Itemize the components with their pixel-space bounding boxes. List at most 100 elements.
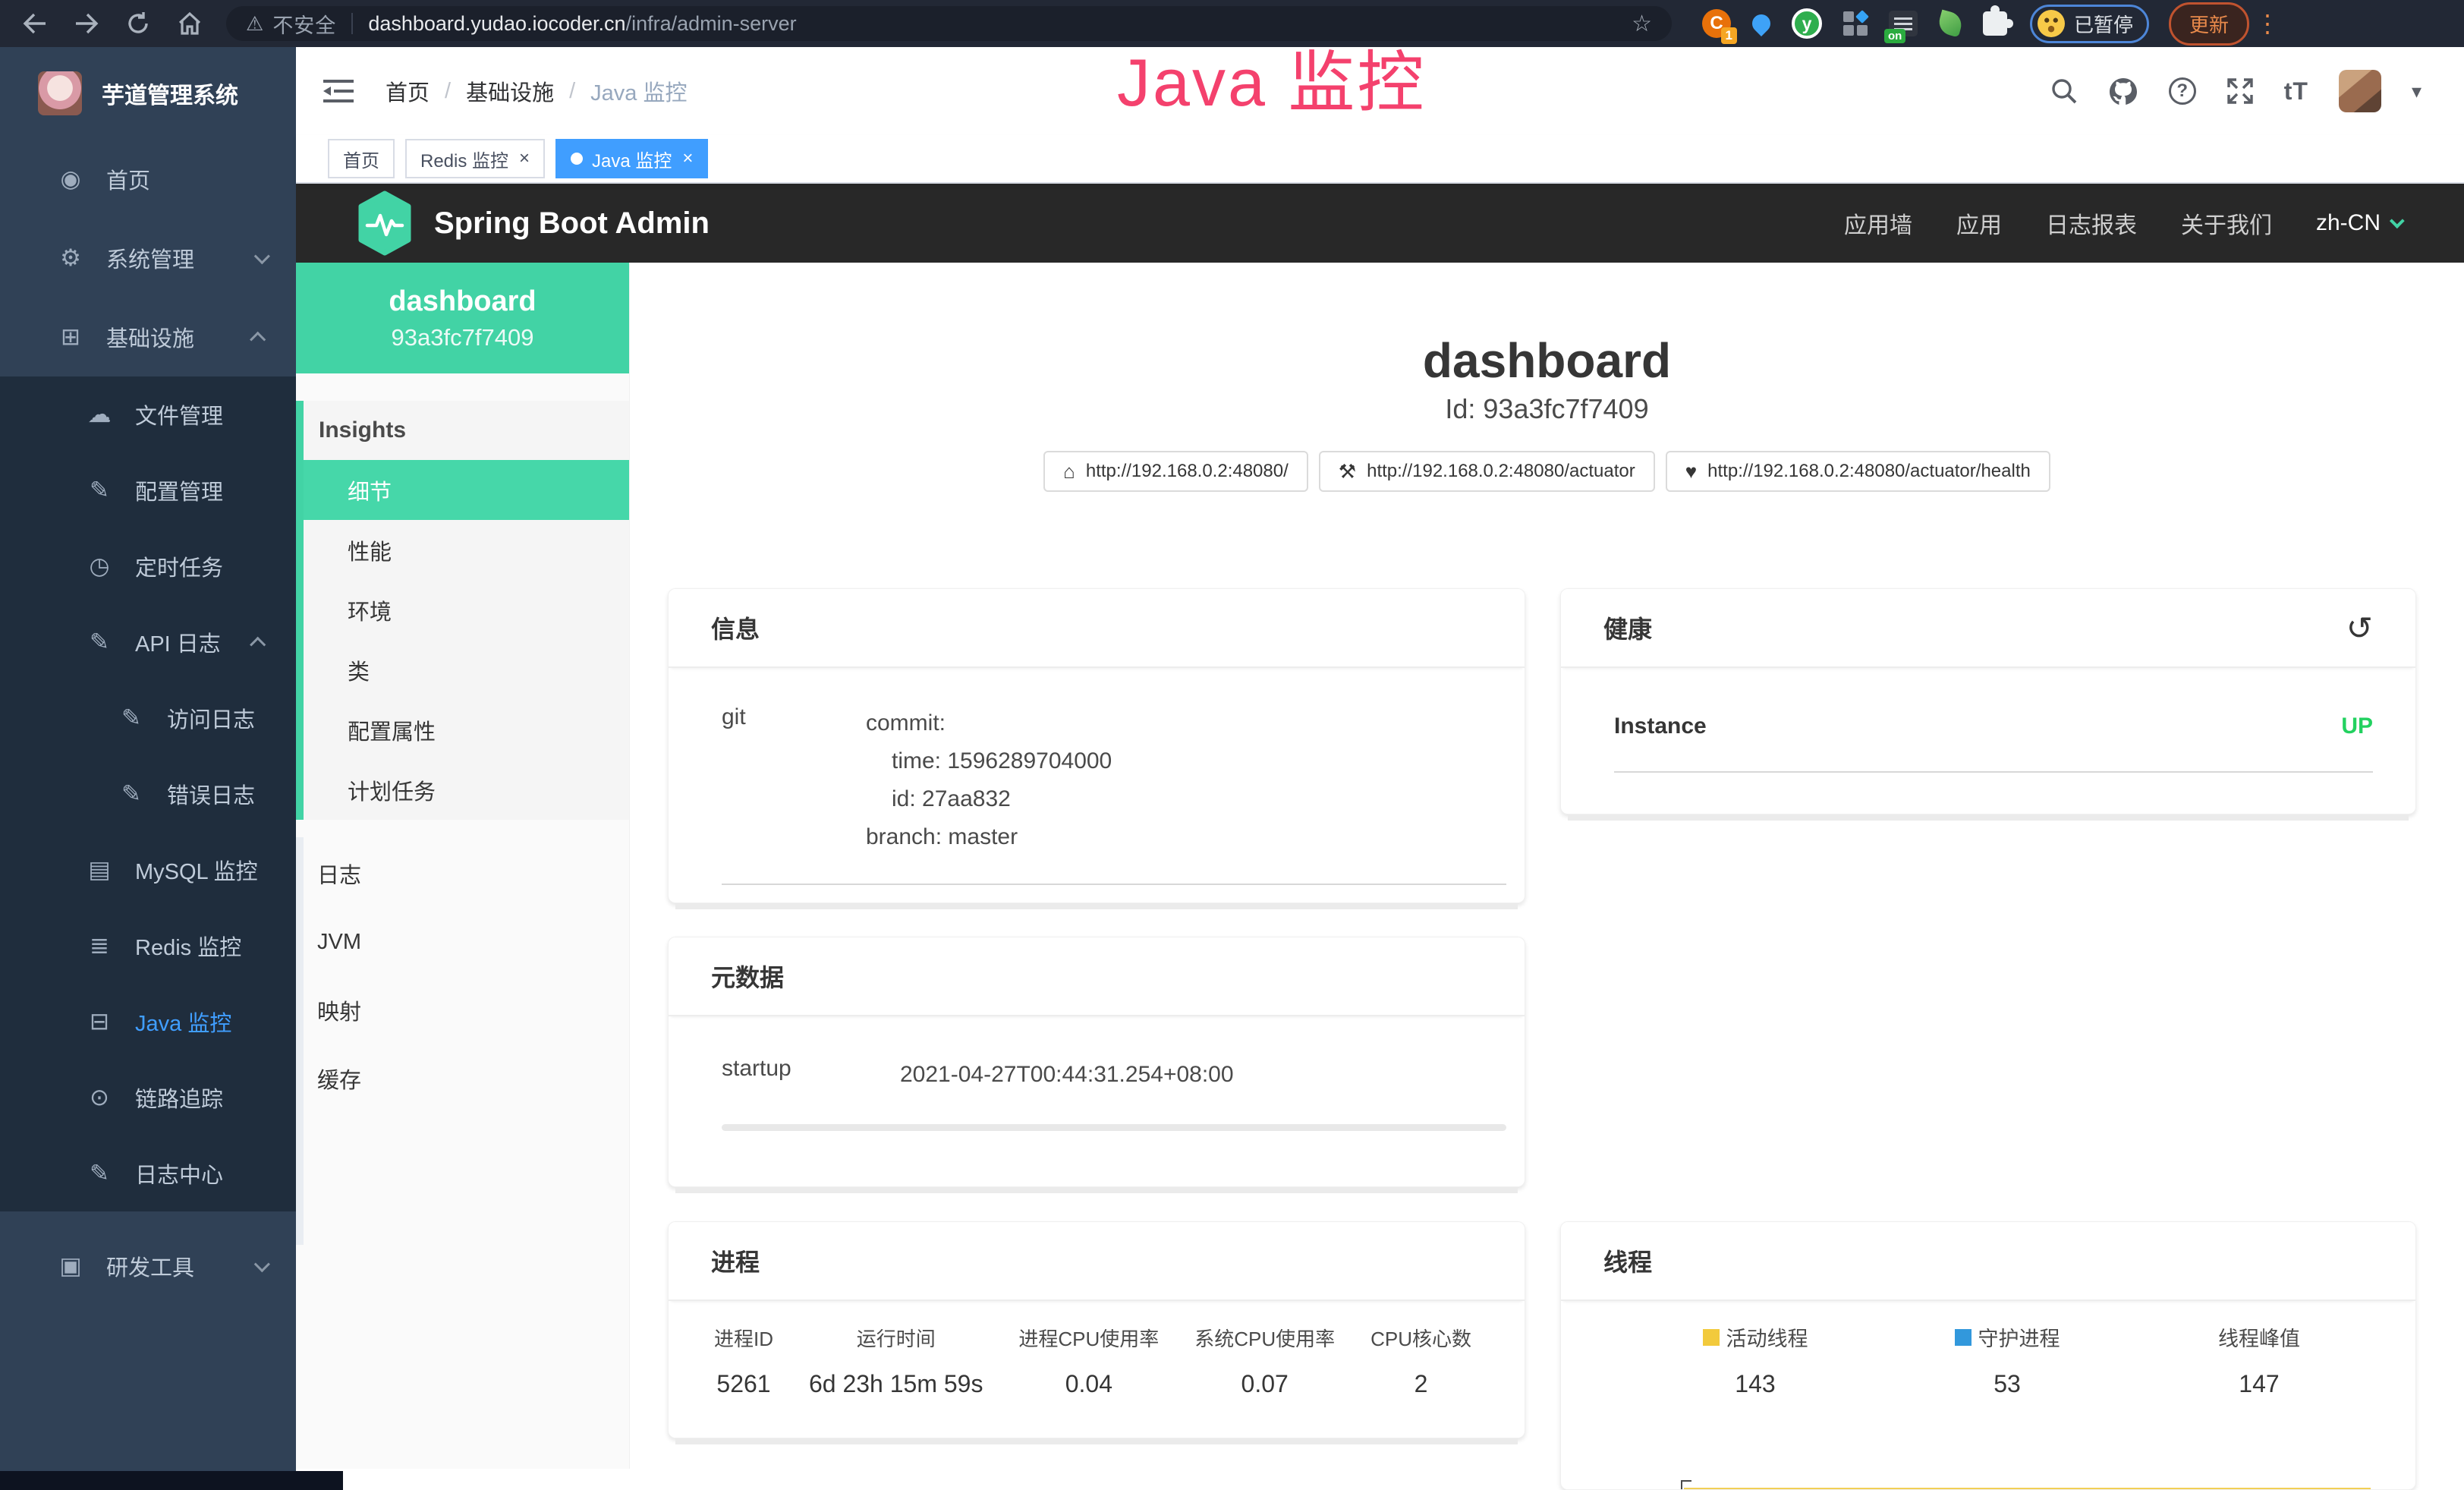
sidebar-item-system[interactable]: ⚙ 系统管理 bbox=[0, 219, 296, 298]
sidebar-item-tracing[interactable]: ⊙ 链路追踪 bbox=[0, 1060, 296, 1136]
sidebar-item-jobs[interactable]: ◷ 定时任务 bbox=[0, 528, 296, 604]
sidebar-item-infrastructure[interactable]: ⊞ 基础设施 bbox=[0, 298, 296, 376]
user-avatar[interactable] bbox=[2339, 70, 2381, 112]
sidebar-item-access-log[interactable]: ✎ 访问日志 bbox=[0, 680, 296, 756]
close-icon[interactable]: × bbox=[682, 150, 693, 168]
locale-selector[interactable]: zh-CN bbox=[2316, 210, 2400, 236]
sidebar-item-redis[interactable]: ≣ Redis 监控 bbox=[0, 908, 296, 984]
legend-label: 活动线程 bbox=[1726, 1322, 1808, 1352]
sba-nav-journal[interactable]: 日志报表 bbox=[2046, 206, 2137, 240]
grid-extension-icon[interactable] bbox=[1843, 11, 1868, 36]
sidebar-item-error-log[interactable]: ✎ 错误日志 bbox=[0, 756, 296, 832]
sba-item-configprops[interactable]: 配置属性 bbox=[304, 700, 629, 760]
process-card-body: 进程ID 5261 运行时间 6d 23h 15m 59s 进程CPU使用率 0… bbox=[669, 1301, 1525, 1398]
sidebar-item-config[interactable]: ✎ 配置管理 bbox=[0, 452, 296, 528]
extensions-puzzle-icon[interactable] bbox=[1983, 11, 2007, 36]
tag-redis[interactable]: Redis 监控 × bbox=[405, 139, 545, 178]
green-y-extension-icon[interactable]: y bbox=[1792, 8, 1822, 39]
security-label[interactable]: 不安全 bbox=[272, 9, 336, 39]
wrench-icon: ⚒ bbox=[1339, 460, 1356, 484]
cell-value: 0.04 bbox=[1018, 1370, 1159, 1398]
on-badge: on bbox=[1884, 29, 1905, 43]
health-url-button[interactable]: ♥ http://192.168.0.2:48080/actuator/heal… bbox=[1666, 451, 2050, 492]
y-axis-cap bbox=[1681, 1480, 1691, 1482]
screen: ⚠ 不安全 dashboard.yudao.iocoder.cn /infra/… bbox=[0, 0, 2464, 1490]
process-col-uptime: 运行时间 6d 23h 15m 59s bbox=[809, 1324, 983, 1398]
status-badge: UP bbox=[2341, 713, 2373, 739]
sba-item-details[interactable]: 细节 bbox=[304, 460, 629, 520]
switch-on-extension-icon[interactable]: on bbox=[1889, 11, 1918, 36]
caret-down-icon[interactable]: ▾ bbox=[2412, 80, 2422, 103]
forward-icon[interactable] bbox=[70, 7, 103, 40]
chevron-down-icon bbox=[254, 1256, 270, 1272]
sidebar-item-devtools[interactable]: ▣ 研发工具 bbox=[0, 1227, 296, 1306]
hamburger-icon[interactable] bbox=[323, 78, 354, 104]
instance-header[interactable]: dashboard 93a3fc7f7409 bbox=[296, 263, 629, 373]
sidebar-item-label: Java 监控 bbox=[135, 1006, 231, 1038]
fullscreen-icon[interactable] bbox=[2226, 77, 2254, 105]
sidebar-item-home[interactable]: ◉ 首页 bbox=[0, 140, 296, 219]
sidebar-item-mysql[interactable]: ▤ MySQL 监控 bbox=[0, 832, 296, 908]
warning-icon: ⚠ bbox=[246, 12, 263, 36]
colorpicker-extension-icon[interactable]: C 1 bbox=[1702, 9, 1731, 38]
sidebar-item-label: 定时任务 bbox=[135, 550, 223, 582]
instance-id: 93a3fc7f7409 bbox=[392, 324, 534, 351]
breadcrumb-home[interactable]: 首页 bbox=[385, 75, 430, 107]
sba-brand[interactable]: Spring Boot Admin bbox=[434, 206, 710, 241]
service-url-button[interactable]: ⌂ http://192.168.0.2:48080/ bbox=[1043, 451, 1308, 492]
actuator-url-button[interactable]: ⚒ http://192.168.0.2:48080/actuator bbox=[1319, 451, 1655, 492]
breadcrumb-infra[interactable]: 基础设施 bbox=[466, 75, 554, 107]
sidebar-item-api-log[interactable]: ✎ API 日志 bbox=[0, 604, 296, 680]
sidebar-scrollbar[interactable] bbox=[296, 837, 304, 1245]
sba-nav-wallboard[interactable]: 应用墙 bbox=[1844, 206, 1912, 240]
sba-nav-applications[interactable]: 应用 bbox=[1956, 206, 2002, 240]
bookmark-star-icon[interactable]: ☆ bbox=[1632, 11, 1652, 37]
column-header: 进程CPU使用率 bbox=[1018, 1324, 1159, 1352]
sidebar-item-label: 研发工具 bbox=[106, 1250, 194, 1282]
address-bar[interactable]: ⚠ 不安全 dashboard.yudao.iocoder.cn /infra/… bbox=[226, 6, 1672, 41]
breadcrumb: 首页 / 基础设施 / Java 监控 bbox=[385, 75, 687, 107]
textsize-icon[interactable]: tT bbox=[2284, 77, 2308, 106]
insights-group: Insights 细节 性能 环境 类 配置属性 计划任务 bbox=[296, 401, 629, 820]
column-header: 进程ID bbox=[714, 1324, 773, 1352]
sidebar-item-log-center[interactable]: ✎ 日志中心 bbox=[0, 1136, 296, 1211]
sba-item-environment[interactable]: 环境 bbox=[304, 580, 629, 640]
sba-item-caches[interactable]: 缓存 bbox=[296, 1044, 629, 1113]
home-icon[interactable] bbox=[173, 7, 206, 40]
sba-item-metrics[interactable]: 性能 bbox=[304, 520, 629, 580]
search-icon[interactable] bbox=[2050, 77, 2078, 105]
history-icon[interactable]: ↺ bbox=[2346, 610, 2373, 647]
close-icon[interactable]: × bbox=[519, 150, 530, 168]
sidebar-item-java-monitor[interactable]: ⊟ Java 监控 bbox=[0, 984, 296, 1060]
service-url: http://192.168.0.2:48080/ bbox=[1086, 461, 1289, 482]
leaf-extension-icon[interactable] bbox=[1939, 12, 1962, 35]
app-logo-row[interactable]: 芋道管理系统 bbox=[0, 47, 296, 140]
config-edit-icon: ✎ bbox=[83, 477, 115, 504]
sba-item-mappings[interactable]: 映射 bbox=[296, 976, 629, 1044]
sba-item-logfile[interactable]: 日志 bbox=[296, 840, 629, 908]
threads-card-header: 线程 bbox=[1561, 1222, 2415, 1301]
kebab-menu-icon[interactable]: ⋮ bbox=[2255, 9, 2280, 38]
back-icon[interactable] bbox=[18, 7, 52, 40]
breadcrumb-separator: / bbox=[569, 79, 575, 104]
sba-item-classes[interactable]: 类 bbox=[304, 640, 629, 700]
horizontal-scrollbar[interactable] bbox=[722, 1124, 1506, 1131]
tag-label: Java 监控 bbox=[592, 146, 672, 172]
sba-nav-about[interactable]: 关于我们 bbox=[2181, 206, 2272, 240]
sidebar-item-label: 配置管理 bbox=[135, 474, 223, 506]
metadata-card-body: startup 2021-04-27T00:44:31.254+08:00 bbox=[669, 1016, 1525, 1131]
sba-item-jvm[interactable]: JVM bbox=[296, 908, 629, 976]
update-button[interactable]: 更新 bbox=[2169, 2, 2249, 46]
tag-java-active[interactable]: Java 监控 × bbox=[555, 139, 708, 178]
profile-paused-chip[interactable]: 已暂停 bbox=[2030, 5, 2149, 43]
pin-extension-icon[interactable] bbox=[1752, 14, 1770, 33]
sba-logo-icon[interactable] bbox=[355, 191, 414, 256]
tags-view: 首页 Redis 监控 × Java 监控 × bbox=[296, 135, 2464, 184]
sidebar-item-files[interactable]: ☁ 文件管理 bbox=[0, 376, 296, 452]
github-icon[interactable] bbox=[2108, 77, 2138, 106]
reload-icon[interactable] bbox=[121, 7, 155, 40]
tag-home[interactable]: 首页 bbox=[328, 139, 395, 178]
redis-layers-icon: ≣ bbox=[83, 932, 115, 959]
sba-item-scheduledtasks[interactable]: 计划任务 bbox=[304, 760, 629, 820]
help-icon[interactable]: ? bbox=[2169, 77, 2196, 105]
